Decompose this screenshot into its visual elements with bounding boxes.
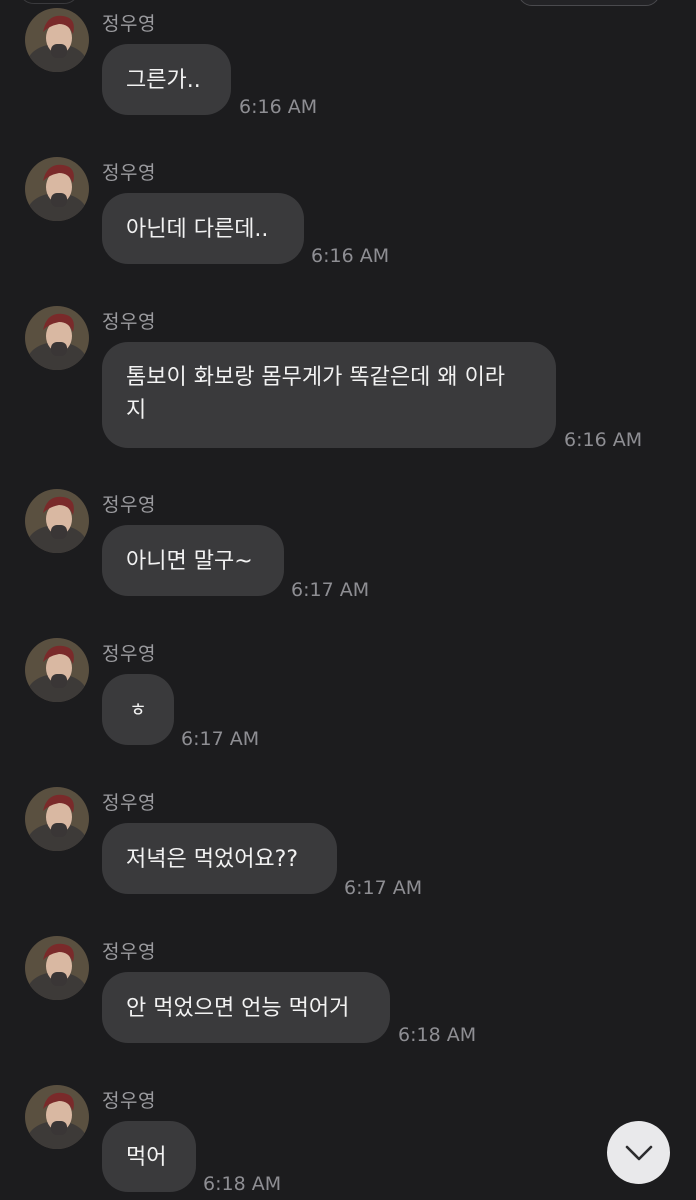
message-bubble[interactable]: 먹어 [102,1121,196,1192]
message-bubble[interactable]: 아니면 말구~ [102,525,284,596]
message-bubble[interactable]: 톰보이 화보랑 몸무게가 똑같은데 왜 이라 지 [102,342,556,448]
message-timestamp: 6:16 AM [311,245,390,267]
message-bubble[interactable]: 그른가.. [102,44,231,115]
sender-name: 정우영 [102,1090,156,1112]
message-bubble[interactable]: ㅎ [102,674,174,745]
avatar[interactable] [25,936,89,1000]
sender-name: 정우영 [102,941,156,963]
avatar-image [25,1085,89,1149]
sender-name: 정우영 [102,162,156,184]
avatar-image [25,787,89,851]
scroll-to-bottom-button[interactable] [607,1121,670,1184]
message-timestamp: 6:17 AM [181,728,260,750]
message-bubble[interactable]: 아닌데 다른데.. [102,193,304,264]
message-timestamp: 6:17 AM [344,877,423,899]
sender-name: 정우영 [102,311,156,333]
avatar-image [25,489,89,553]
avatar[interactable] [25,1085,89,1149]
message-timestamp: 6:16 AM [564,429,643,451]
avatar-image [25,936,89,1000]
avatar-image [25,306,89,370]
sender-name: 정우영 [102,792,156,814]
avatar-image [25,638,89,702]
avatar[interactable] [25,638,89,702]
sender-name: 정우영 [102,13,156,35]
message-bubble[interactable]: 안 먹었으면 언능 먹어거 [102,972,390,1043]
avatar-image [25,157,89,221]
message-timestamp: 6:18 AM [203,1173,282,1195]
message-timestamp: 6:18 AM [398,1024,477,1046]
avatar[interactable] [25,489,89,553]
chat-feed[interactable]: 정우영 그른가.. 6:16 AM 정우영 아닌데 다른데.. 6:16 AM [0,0,696,1200]
avatar[interactable] [25,306,89,370]
message-timestamp: 6:17 AM [291,579,370,601]
message-timestamp: 6:16 AM [239,96,318,118]
sender-name: 정우영 [102,643,156,665]
avatar[interactable] [25,787,89,851]
avatar[interactable] [25,8,89,72]
chevron-down-icon [625,1145,652,1160]
avatar[interactable] [25,157,89,221]
avatar-image [25,8,89,72]
message-bubble[interactable]: 저녁은 먹었어요?? [102,823,337,894]
sender-name: 정우영 [102,494,156,516]
